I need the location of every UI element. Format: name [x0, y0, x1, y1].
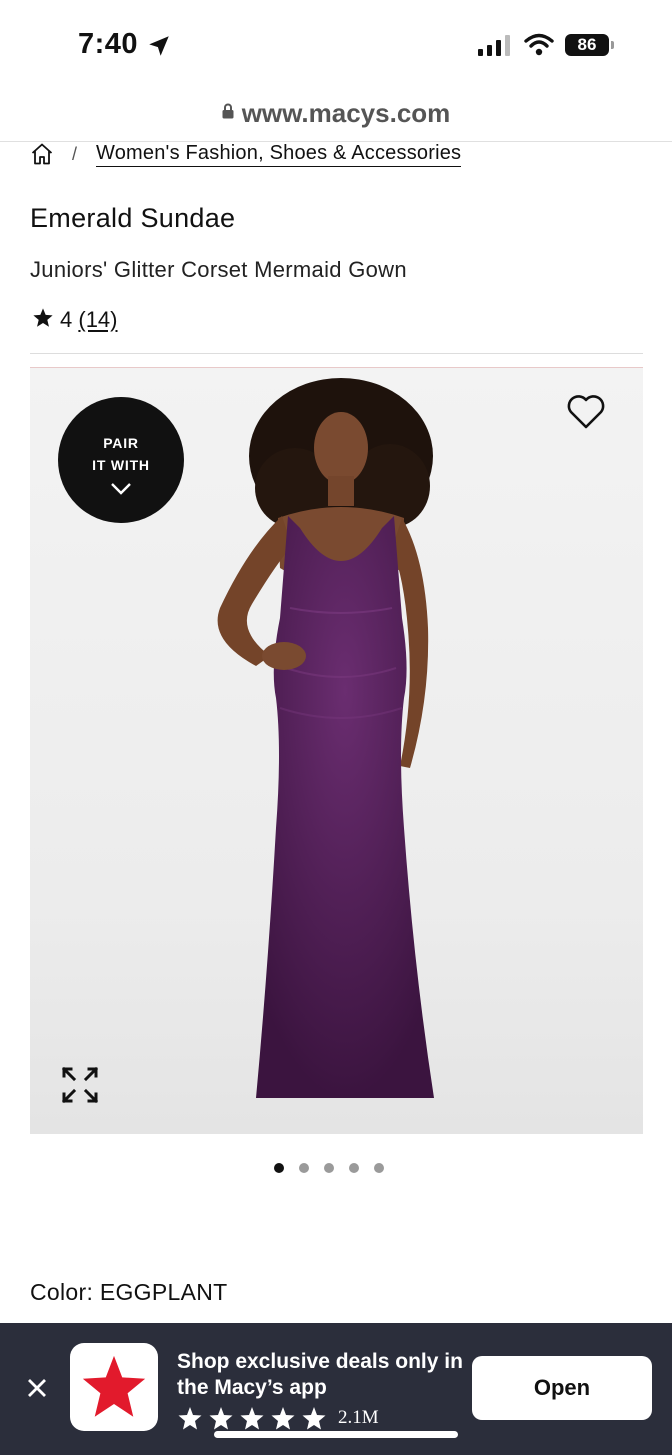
battery-cap — [611, 41, 614, 49]
app-rating-stars — [178, 1407, 326, 1430]
browser-url-bar[interactable]: www.macys.com — [0, 90, 672, 142]
wifi-icon — [524, 33, 554, 56]
carousel-dot[interactable] — [299, 1163, 309, 1173]
lock-icon — [222, 103, 234, 119]
app-download-banner: Shop exclusive deals only in the Macy’s … — [0, 1323, 672, 1455]
review-count-link[interactable]: (14) — [78, 307, 117, 332]
breadcrumb-separator: / — [72, 144, 78, 164]
selected-color-label: Color: EGGPLANT — [30, 1279, 228, 1305]
expand-icon[interactable] — [60, 1065, 100, 1105]
chevron-down-icon — [111, 483, 131, 495]
breadcrumb: / Women's Fashion, Shoes & Accessories — [30, 140, 650, 170]
pair-it-with-line1: PAIR — [103, 435, 139, 451]
carousel-dot[interactable] — [374, 1163, 384, 1173]
heart-icon[interactable] — [566, 394, 606, 430]
pair-it-with-line2: IT WITH — [92, 457, 150, 473]
pair-it-with-button[interactable]: PAIR IT WITH — [58, 397, 184, 523]
rating-value: 4 — [60, 307, 73, 332]
star-icon — [33, 308, 53, 327]
app-ratings-count: 2.1M — [338, 1407, 379, 1428]
status-bar: 7:40 86 — [0, 0, 672, 90]
app-banner-title: Shop exclusive deals only in the Macy’s … — [177, 1350, 463, 1399]
home-icon[interactable] — [30, 142, 54, 166]
carousel-dot[interactable] — [274, 1163, 284, 1173]
open-app-button[interactable]: Open — [472, 1356, 652, 1420]
macys-app-logo — [70, 1343, 158, 1431]
url-text: www.macys.com — [241, 98, 451, 128]
signal-icon — [478, 35, 510, 56]
product-title: Juniors' Glitter Corset Mermaid Gown — [30, 257, 407, 282]
home-indicator — [214, 1431, 458, 1438]
product-brand[interactable]: Emerald Sundae — [30, 203, 235, 234]
product-rating[interactable]: 4 (14) — [32, 307, 118, 333]
carousel-dot[interactable] — [324, 1163, 334, 1173]
image-carousel-dots — [0, 1161, 672, 1175]
status-time: 7:40 — [78, 28, 139, 60]
carousel-dot[interactable] — [349, 1163, 359, 1173]
close-icon[interactable] — [26, 1377, 48, 1399]
battery-indicator: 86 — [565, 34, 609, 56]
divider — [30, 353, 643, 354]
product-image[interactable]: PAIR IT WITH — [30, 367, 643, 1134]
macys-star-icon — [82, 1355, 146, 1417]
breadcrumb-link-womens-fashion[interactable]: Women's Fashion, Shoes & Accessories — [96, 142, 462, 167]
location-arrow-icon — [149, 36, 169, 56]
